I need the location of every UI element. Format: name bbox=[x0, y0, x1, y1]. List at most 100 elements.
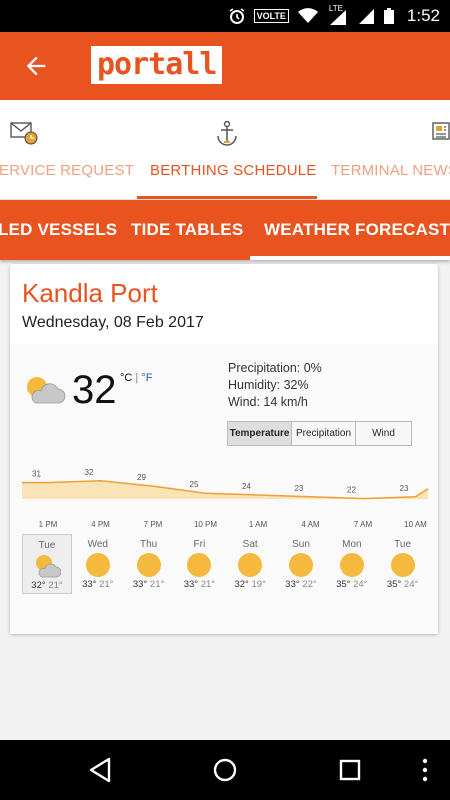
sun-icon bbox=[339, 553, 364, 577]
chart-point-label: 25 bbox=[190, 480, 199, 489]
battery-icon bbox=[383, 8, 394, 24]
day-forecast-3[interactable]: Fri 33° 21° bbox=[174, 534, 224, 594]
app-screen: VOLTE LTE 1:52 portall ERVICE REQUEST BE… bbox=[0, 0, 450, 800]
primary-tab-bar: ERVICE REQUEST BERTHING SCHEDULE TERMINA… bbox=[0, 100, 450, 200]
current-temperature: 32 bbox=[72, 368, 117, 412]
day-high: 33° bbox=[132, 579, 148, 590]
day-high: 32° bbox=[234, 579, 249, 590]
unit-fahrenheit[interactable]: °F bbox=[141, 372, 152, 384]
weather-stats: Precipitation: 0% Humidity: 32% Wind: 14… bbox=[228, 360, 322, 411]
day-temp-range: 33° 22° bbox=[276, 579, 326, 590]
back-nav-icon[interactable] bbox=[87, 756, 113, 784]
day-forecast-6[interactable]: Mon 35° 24° bbox=[327, 534, 377, 594]
chart-point-label: 32 bbox=[85, 468, 94, 477]
day-name: Wed bbox=[87, 539, 108, 550]
tab-terminal-news-label: TERMINAL NEWS bbox=[331, 162, 450, 179]
more-vert-icon[interactable] bbox=[420, 756, 430, 784]
precipitation-button[interactable]: Precipitation bbox=[292, 422, 356, 445]
chart-x-tick: 7 AM bbox=[354, 520, 373, 529]
day-forecast-4[interactable]: Sat 32° 19° bbox=[225, 534, 275, 594]
weather-widget: 32 °C | °F Precipitation: 0% Humidity: 3… bbox=[10, 344, 438, 634]
precipitation-text: Precipitation: 0% bbox=[228, 361, 322, 375]
day-name: Thu bbox=[139, 539, 158, 550]
day-name: Fri bbox=[193, 539, 206, 550]
day-high: 33° bbox=[183, 579, 199, 590]
day-temp-range: 32° 21° bbox=[23, 580, 71, 591]
secondary-tab-bar: LED VESSELS TIDE TABLES WEATHER FORECAST bbox=[0, 200, 450, 260]
sun-icon bbox=[85, 553, 110, 577]
tab-berthing-schedule-label: BERTHING SCHEDULE bbox=[150, 162, 317, 179]
day-forecast-1[interactable]: Wed 33° 21° bbox=[73, 534, 123, 594]
day-name: Sat bbox=[242, 539, 258, 550]
anchor-icon bbox=[217, 120, 237, 146]
chart-x-tick: 1 AM bbox=[249, 520, 268, 529]
clock-time: 1:52 bbox=[406, 6, 440, 25]
wind-text: Wind: 14 km/h bbox=[228, 395, 308, 409]
day-temp-range: 33° 21° bbox=[174, 579, 224, 590]
day-low: 22° bbox=[302, 579, 317, 590]
unit-separator: | bbox=[135, 372, 139, 384]
chart-mode-buttons: Temperature Precipitation Wind bbox=[227, 421, 412, 446]
chart-point-label: 23 bbox=[295, 484, 304, 493]
chart-x-tick: 7 PM bbox=[144, 520, 163, 529]
tab-led-vessels[interactable]: LED VESSELS bbox=[0, 200, 117, 260]
app-bar: portall bbox=[0, 32, 450, 100]
forecast-card: Kandla Port Wednesday, 08 Feb 2017 32 °C… bbox=[10, 264, 438, 634]
news-icon bbox=[432, 122, 450, 140]
chart-point-label: 29 bbox=[137, 473, 146, 482]
forecast-date: Wednesday, 08 Feb 2017 bbox=[22, 314, 204, 331]
chart-x-tick: 10 PM bbox=[194, 520, 217, 529]
sun-icon bbox=[289, 553, 313, 577]
day-forecast-0[interactable]: Tue 32° 21° bbox=[22, 534, 72, 594]
tab-berthing-schedule[interactable]: BERTHING SCHEDULE bbox=[137, 100, 317, 199]
day-low: 21° bbox=[99, 579, 114, 590]
sub-tab-indicator bbox=[250, 256, 450, 260]
day-temp-range: 33° 21° bbox=[124, 579, 174, 590]
recents-nav-icon[interactable] bbox=[338, 756, 362, 784]
day-low: 21° bbox=[48, 580, 63, 591]
humidity-text: Humidity: 32% bbox=[228, 378, 309, 392]
tab-service-request-label: ERVICE REQUEST bbox=[0, 162, 135, 179]
day-name: Tue bbox=[394, 539, 412, 550]
day-forecast-5[interactable]: Sun 33° 22° bbox=[276, 534, 326, 594]
wind-button[interactable]: Wind bbox=[356, 422, 411, 445]
home-nav-icon[interactable] bbox=[211, 756, 239, 784]
chart-point-label: 31 bbox=[32, 470, 41, 479]
signal-x-icon bbox=[358, 9, 374, 24]
portall-logo: portall bbox=[91, 46, 223, 84]
temperature-button[interactable]: Temperature bbox=[228, 422, 292, 445]
tab-tide-tables[interactable]: TIDE TABLES bbox=[131, 200, 243, 260]
unit-toggle: °C | °F bbox=[120, 372, 152, 384]
partly-cloudy-icon bbox=[36, 555, 61, 578]
day-forecast-7[interactable]: Tue 35° 24° bbox=[378, 534, 428, 594]
chart-point-label: 24 bbox=[242, 482, 251, 491]
day-name: Mon bbox=[342, 539, 362, 550]
chart-x-tick: 1 PM bbox=[39, 520, 58, 529]
day-low: 21° bbox=[149, 579, 165, 590]
day-low: 19° bbox=[251, 579, 266, 590]
day-forecast-2[interactable]: Thu 33° 21° bbox=[124, 534, 174, 594]
tab-service-request[interactable]: ERVICE REQUEST bbox=[0, 100, 134, 199]
status-icons: VOLTE LTE 1:52 bbox=[228, 0, 440, 32]
day-temp-range: 35° 24° bbox=[327, 579, 377, 590]
tab-weather-forecast[interactable]: WEATHER FORECAST bbox=[264, 200, 450, 260]
chart-x-tick: 4 PM bbox=[91, 520, 110, 529]
sun-icon bbox=[187, 553, 212, 577]
day-low: 21° bbox=[200, 579, 216, 590]
back-arrow-icon[interactable] bbox=[22, 52, 50, 80]
sun-icon bbox=[136, 553, 161, 577]
day-high: 35° bbox=[386, 579, 402, 590]
lte-signal: LTE bbox=[327, 4, 349, 25]
day-low: 24° bbox=[403, 579, 419, 590]
navigation-bar bbox=[0, 740, 450, 800]
day-name: Sun bbox=[292, 539, 310, 550]
chart-area bbox=[22, 480, 428, 499]
daily-forecast-row: Tue 32° 21° Wed 33° 21° Thu 33° 21° Fri 33° 21°… bbox=[22, 534, 432, 598]
temperature-chart: 31 1 PM 32 4 PM 29 7 PM 25 10 PM 24 1 AM 23 4 AM 22 7… bbox=[22, 468, 429, 529]
unit-celsius[interactable]: °C bbox=[120, 372, 132, 384]
chart-x-tick: 10 AM bbox=[404, 520, 427, 529]
location-title: Kandla Port bbox=[22, 278, 158, 308]
tab-terminal-news[interactable]: TERMINAL NEWS bbox=[325, 100, 450, 199]
day-temp-range: 33° 21° bbox=[73, 579, 123, 590]
alarm-icon bbox=[229, 8, 245, 24]
